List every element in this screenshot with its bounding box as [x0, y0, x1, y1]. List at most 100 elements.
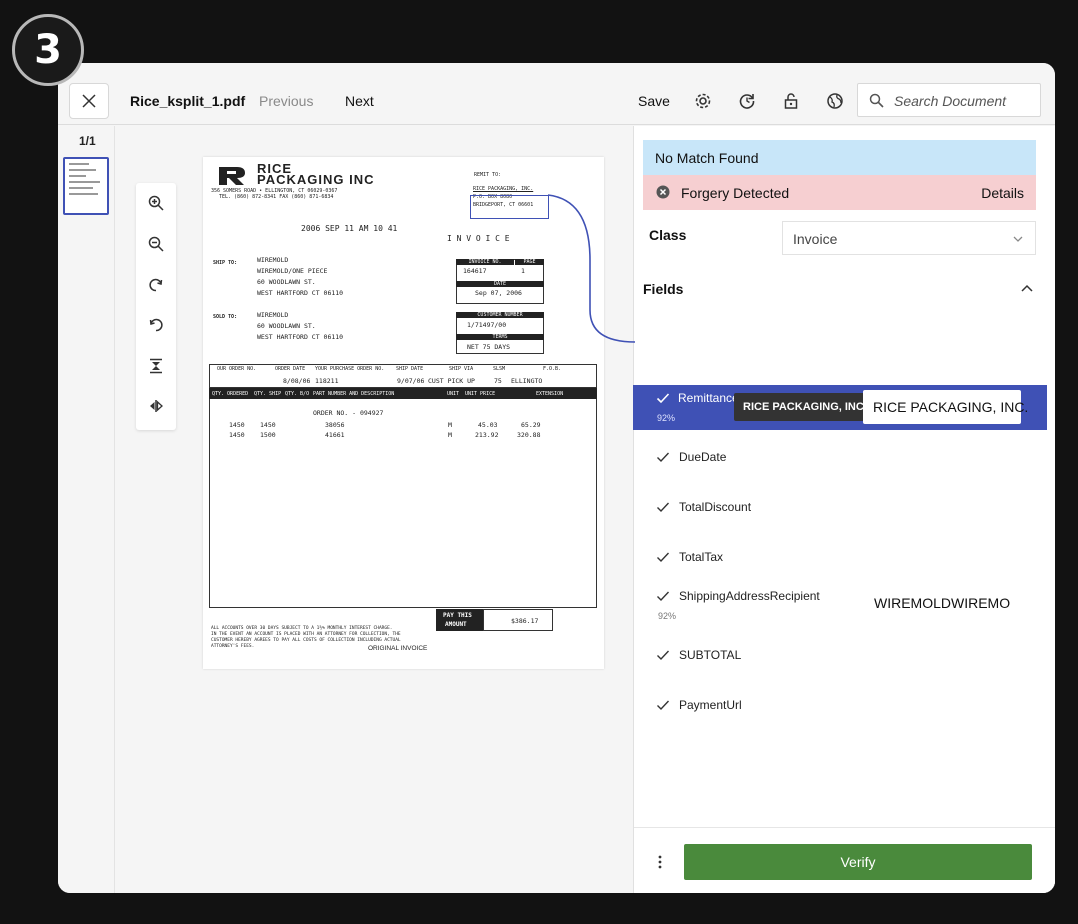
line-col-header: UNIT PRICE: [465, 391, 496, 397]
field-name: PaymentUrl: [679, 698, 742, 712]
order-number-line: ORDER NO. - 094927: [313, 409, 384, 417]
page-counter: 1/1: [79, 134, 96, 148]
previous-button[interactable]: Previous: [259, 93, 313, 109]
rice-logo: [219, 167, 245, 185]
document-filename: Rice_ksplit_1.pdf: [130, 93, 246, 109]
search-box[interactable]: [857, 83, 1041, 117]
reprocess-button[interactable]: [737, 91, 757, 111]
rotate-clockwise-button[interactable]: [146, 275, 166, 295]
company-name: RICE PACKAGING INC: [257, 162, 375, 187]
customer-number-label: CUSTOMER NUMBER: [456, 312, 544, 318]
field-name: ShippingAddressRecipient: [679, 589, 820, 603]
page-number: 1: [521, 267, 525, 275]
customer-number: 1/71497/00: [467, 321, 507, 329]
line-col-header: QTY. B/O: [285, 391, 310, 397]
no-match-alert: No Match Found: [643, 140, 1036, 175]
field-value-input[interactable]: RICE PACKAGING, INC.: [863, 390, 1028, 424]
field-row-remittance[interactable]: Remittance 92% RICE PACKAGING, INC. RICE…: [633, 385, 1047, 430]
pay-label-2: AMOUNT: [445, 621, 467, 628]
next-button[interactable]: Next: [345, 93, 374, 109]
field-confidence: 92%: [658, 611, 677, 621]
settings-icon: [695, 93, 711, 109]
close-button[interactable]: [69, 83, 109, 119]
field-tooltip: RICE PACKAGING, INC.: [734, 393, 876, 421]
terms-label: TERMS: [456, 334, 544, 340]
field-name: TotalDiscount: [679, 500, 752, 514]
chevron-down-icon: [1013, 236, 1023, 242]
line-item-part: 38056: [325, 421, 345, 429]
field-confidence: 92%: [657, 413, 676, 423]
rotate-counterclockwise-icon: [149, 318, 163, 332]
field-row-subtotal[interactable]: SUBTOTAL: [634, 648, 1055, 692]
ship-to-line: WEST HARTFORD CT 06110: [257, 289, 344, 297]
line-item-unit: M: [448, 431, 452, 439]
error-icon: [656, 185, 670, 199]
extraction-panel: No Match Found Forgery Detected Details …: [633, 126, 1055, 893]
field-row-totaltax[interactable]: TotalTax: [634, 550, 1055, 594]
reprocess-icon: [739, 94, 755, 109]
rotate-counterclockwise-button[interactable]: [146, 315, 166, 335]
step-number-badge: 3: [12, 14, 84, 86]
page-thumbnail[interactable]: [63, 157, 109, 215]
invoice-number: 164617: [463, 267, 487, 275]
ship-to-line: 60 WOODLAWN ST.: [257, 278, 316, 286]
zoom-in-button[interactable]: [146, 193, 166, 213]
sold-to-line: WIREMOLD: [257, 311, 289, 319]
field-name: SUBTOTAL: [679, 648, 742, 662]
remit-line-1: RICE PACKAGING, INC.: [473, 186, 534, 192]
pay-amount: $386.17: [511, 617, 539, 625]
check-icon: [657, 502, 670, 513]
line-col-header: PART NUMBER AND DESCRIPTION: [313, 391, 395, 397]
terms-footer-line: ATTORNEY'S FEES.: [211, 644, 255, 649]
save-button[interactable]: Save: [638, 93, 670, 109]
language-button[interactable]: [825, 91, 845, 111]
date-label: DATE: [456, 281, 544, 287]
terms-footer-line: IN THE EVENT AN ACCOUNT IS PLACED WITH A…: [211, 632, 401, 637]
remit-to-label: REMIT TO:: [474, 172, 502, 178]
field-name: TotalTax: [679, 550, 724, 564]
field-value[interactable]: WIREMOLDWIREMOLD/(: [874, 595, 1011, 611]
line-item-ship: 1450: [260, 421, 276, 429]
line-item-part: 41661: [325, 431, 345, 439]
invoice-page[interactable]: RICE PACKAGING INC 356 SOMERS ROAD • ELL…: [203, 157, 604, 669]
line-col-header: EXTENSION: [536, 391, 564, 397]
invoice-no-label: INVOICE NO.: [456, 259, 514, 265]
zoom-out-button[interactable]: [146, 234, 166, 254]
chevron-up-icon[interactable]: [1019, 280, 1035, 296]
verify-button[interactable]: Verify: [684, 844, 1032, 880]
details-link[interactable]: Details: [981, 185, 1024, 201]
more-options-icon[interactable]: [650, 852, 670, 872]
field-row-shippingaddressrecipient[interactable]: ShippingAddressRecipient 92% WIREMOLDWIR…: [634, 589, 1055, 633]
company-name-line-2: PACKAGING INC: [257, 172, 375, 187]
class-select[interactable]: Invoice: [782, 221, 1036, 255]
terms-footer-line: ALL ACCOUNTS OVER 30 DAYS SUBJECT TO A 1…: [211, 626, 393, 631]
check-icon: [657, 452, 670, 463]
top-toolbar: Rice_ksplit_1.pdf Previous Next Save: [58, 63, 1055, 125]
pay-label-1: PAY THIS: [443, 612, 472, 619]
close-icon: [82, 94, 96, 108]
field-name: DueDate: [679, 450, 727, 464]
ship-to-line: WIREMOLD/ONE PIECE: [257, 267, 328, 275]
search-input[interactable]: [894, 91, 1034, 111]
check-icon: [657, 650, 670, 661]
fit-width-button[interactable]: [146, 396, 166, 416]
forgery-text: Forgery Detected: [681, 185, 790, 201]
sold-to-label: SOLD TO:: [213, 314, 238, 320]
field-row-duedate[interactable]: DueDate: [634, 450, 1055, 494]
line-item-ordered: 1450: [229, 421, 245, 429]
fields-section-label: Fields: [643, 281, 684, 297]
invoice-date: Sep 07, 2006: [475, 289, 522, 297]
field-row-paymenturl[interactable]: PaymentUrl: [634, 698, 1055, 742]
app-window: Rice_ksplit_1.pdf Previous Next Save 1/1: [58, 63, 1055, 893]
thumbnail-sidebar: 1/1: [58, 126, 115, 893]
field-row-totaldiscount[interactable]: TotalDiscount: [634, 500, 1055, 544]
line-item-price: 45.03: [478, 421, 498, 429]
zoom-out-icon: [148, 236, 164, 252]
search-icon: [869, 93, 884, 108]
forgery-alert: Forgery Detected Details: [643, 175, 1036, 210]
line-item-unit: M: [448, 421, 452, 429]
fit-height-button[interactable]: [146, 356, 166, 376]
settings-button[interactable]: [693, 91, 713, 111]
unlock-icon: [784, 93, 798, 109]
unlock-button[interactable]: [781, 91, 801, 111]
